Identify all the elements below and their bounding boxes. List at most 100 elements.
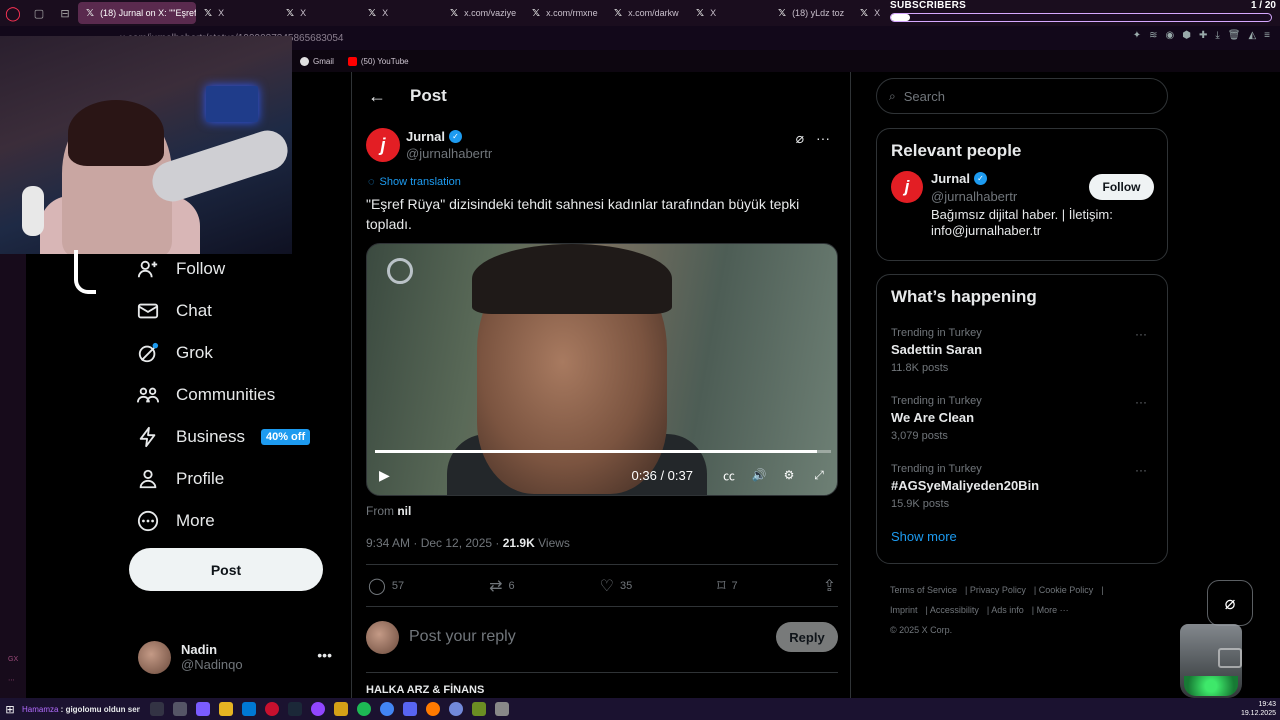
more-apps-icon[interactable]: ⋯	[8, 676, 15, 684]
menu-icon[interactable]: ≡	[1264, 30, 1270, 41]
ai-icon[interactable]: ◭	[1248, 30, 1256, 41]
show-more-link[interactable]: Show more	[877, 525, 1167, 544]
search-box[interactable]: ⌕	[876, 78, 1168, 114]
more-dots-icon[interactable]: ···	[816, 130, 830, 147]
delete-icon[interactable]: 🗑	[1228, 30, 1241, 41]
author-handle[interactable]: @jurnalhabertr	[406, 146, 492, 161]
reply-action[interactable]: ◯ 57	[368, 576, 404, 596]
gx-label-icon[interactable]: GX	[8, 656, 18, 663]
task-view-icon[interactable]	[173, 702, 187, 716]
more-dots-icon[interactable]: ···	[1135, 395, 1147, 409]
tab[interactable]: 𝕏X	[196, 2, 278, 24]
reply-button[interactable]: Reply	[776, 622, 838, 652]
nav-item-follow[interactable]: Follow	[136, 248, 336, 290]
shield-extension-icon[interactable]: ⬢	[1182, 30, 1191, 41]
video-source-user[interactable]: nil	[397, 504, 411, 518]
nav-item-communities[interactable]: Communities	[136, 374, 336, 416]
share-action[interactable]: ⇪	[823, 576, 836, 596]
video-progress-bar[interactable]	[375, 450, 831, 453]
opera-logo-icon[interactable]: ◯	[0, 0, 26, 26]
system-clock[interactable]: 19:43 19.12.2025	[1241, 700, 1276, 718]
captions-icon[interactable]: ㏄	[721, 467, 737, 484]
tab[interactable]: 𝕏x.com/darkw	[606, 2, 688, 24]
minecraft-icon[interactable]	[472, 702, 486, 716]
store-icon[interactable]	[242, 702, 256, 716]
windows-start-icon[interactable]: ⊞	[0, 703, 20, 716]
back-arrow-icon[interactable]: ←	[368, 86, 386, 107]
settings-gear-icon[interactable]: ⚙	[781, 468, 797, 482]
person-name-row[interactable]: Jurnal ✓	[931, 171, 988, 186]
tab[interactable]: 𝕏x.com/rmxne	[524, 2, 606, 24]
footer-link[interactable]: More ···	[1037, 605, 1069, 615]
nav-item-grok[interactable]: Grok	[136, 332, 336, 374]
footer-link[interactable]: Ads info	[991, 605, 1024, 615]
author-avatar[interactable]: j	[366, 128, 400, 162]
spotify-icon[interactable]	[357, 702, 371, 716]
workspace-icon[interactable]: ▢	[26, 7, 52, 20]
bookmark-action[interactable]: ⌑ 7	[717, 576, 737, 596]
app-icon[interactable]	[334, 702, 348, 716]
author-name-row[interactable]: Jurnal ✓	[406, 129, 463, 144]
x-home-logo-icon[interactable]	[74, 250, 96, 294]
relevant-person[interactable]: j Jurnal ✓ @jurnalhabertr Bağımsız dijita…	[877, 161, 1167, 251]
file-explorer-icon[interactable]	[219, 702, 233, 716]
play-icon[interactable]: ▶	[379, 467, 390, 484]
video-player[interactable]: ▶ 0:36 / 0:37 ㏄ 🔊 ⚙ ⤢	[366, 243, 838, 496]
post-timestamp[interactable]: 9:34 AM · Dec 12, 2025 ·	[366, 536, 503, 550]
game-icon[interactable]: ⊟	[52, 7, 78, 20]
tab[interactable]: 𝕏X	[360, 2, 442, 24]
bookmark-gmail[interactable]: Gmail	[300, 56, 334, 66]
firefox-icon[interactable]	[426, 702, 440, 716]
nav-item-business[interactable]: Business 40% off	[136, 416, 336, 458]
vpn-extension-icon[interactable]: ◉	[1165, 30, 1174, 41]
trend-item[interactable]: Trending in Turkey Sadettin Saran 11.8K …	[877, 321, 1167, 389]
chat-app-icon[interactable]	[449, 702, 463, 716]
nav-item-more[interactable]: More	[136, 500, 336, 542]
avatar[interactable]: j	[891, 171, 923, 203]
show-translation-link[interactable]: ◌ Show translation	[368, 176, 461, 188]
chrome-icon[interactable]	[380, 702, 394, 716]
follow-button[interactable]: Follow	[1089, 174, 1154, 200]
tab[interactable]: 𝕏X	[278, 2, 360, 24]
trend-item[interactable]: Trending in Turkey We Are Clean 3,079 po…	[877, 389, 1167, 457]
nav-item-profile[interactable]: Profile	[136, 458, 336, 500]
repost-action[interactable]: ⇄ 6	[489, 576, 515, 596]
window-icon[interactable]	[495, 702, 509, 716]
more-dots-icon[interactable]: ···	[1135, 327, 1147, 341]
download-icon[interactable]: ⤓	[1215, 30, 1219, 41]
tab[interactable]: 𝕏x.com/vaziye	[442, 2, 524, 24]
account-switcher[interactable]: Nadin @Nadinqo •••	[138, 637, 338, 677]
tab-active[interactable]: 𝕏 (18) Jurnal on X: ""Eşref	[78, 2, 196, 24]
footer-link[interactable]: Accessibility	[930, 605, 979, 615]
grok-icon[interactable]: ⌀	[796, 130, 804, 147]
wifi-extension-icon[interactable]: ≋	[1149, 30, 1157, 41]
fullscreen-icon[interactable]: ⤢	[811, 468, 827, 483]
puzzle-extension-icon[interactable]: ✚	[1199, 30, 1207, 41]
bookmark-youtube[interactable]: (50) YouTube	[347, 56, 409, 66]
copilot-icon[interactable]	[196, 702, 210, 716]
footer-link[interactable]: Cookie Policy	[1039, 585, 1094, 595]
more-dots-icon[interactable]: •••	[317, 647, 332, 663]
message-icon[interactable]	[1218, 648, 1242, 668]
like-action[interactable]: ♡ 35	[600, 576, 633, 596]
discord-icon[interactable]	[403, 702, 417, 716]
opera-icon[interactable]	[265, 702, 279, 716]
search-icon[interactable]	[150, 702, 164, 716]
search-input[interactable]	[903, 88, 1144, 104]
nav-item-chat[interactable]: Chat	[136, 290, 336, 332]
obs-icon[interactable]	[311, 702, 325, 716]
compose-post-button[interactable]: Post	[129, 548, 323, 591]
tab[interactable]: 𝕏X	[688, 2, 770, 24]
grok-floating-button[interactable]: ⌀	[1207, 580, 1253, 626]
translate-extension-icon[interactable]: ✦	[1133, 30, 1141, 41]
footer-link[interactable]: Imprint	[890, 605, 918, 615]
steam-icon[interactable]	[288, 702, 302, 716]
next-reply-author[interactable]: HALKA ARZ & FİNANS	[366, 684, 484, 696]
more-dots-icon[interactable]: ···	[1135, 463, 1147, 477]
volume-icon[interactable]: 🔊	[751, 468, 767, 482]
author-name[interactable]: Jurnal	[406, 129, 445, 144]
footer-link[interactable]: Privacy Policy	[970, 585, 1026, 595]
reply-input[interactable]: Post your reply	[409, 628, 766, 646]
footer-link[interactable]: Terms of Service	[890, 585, 957, 595]
tab[interactable]: 𝕏 (18) yLdz toz	[770, 2, 852, 24]
